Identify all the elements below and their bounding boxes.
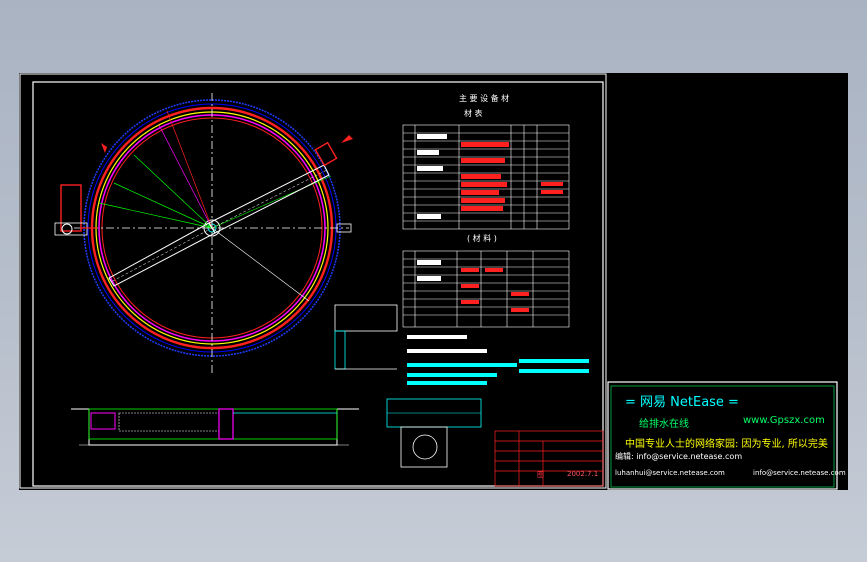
title-block-date: 2002.7.1 [567,470,599,478]
stamp-email-1: 编辑: info@service.netease.com [615,452,743,461]
notes-block [407,335,589,385]
bracket-detail [386,398,482,468]
title-block-scale: 图 [537,471,544,479]
cad-viewport[interactable]: 主 要 设 备 材 材 表 ( 材 料 ) 图 2002.7.1 = 网易 Ne… [0,0,867,562]
outer-frame [19,73,607,489]
stamp-slogan: 中国专业人士的网络家园: 因为专业, 所以完美 [625,439,828,450]
equipment-main-title: 主 要 设 备 材 [459,94,510,103]
tank-section-view [71,408,359,446]
stamp-site-name: 给排水在线 [639,419,689,430]
stamp-email-3: info@service.netease.com [753,469,846,477]
equipment-table-title: 材 表 [464,109,483,118]
material-table-title: ( 材 料 ) [467,234,497,243]
weir-detail [334,304,398,370]
stamp-email-2: luhanhui@service.netease.com [615,469,725,477]
tank-plan-view [54,93,353,373]
stamp-brand: = 网易 NetEase = [625,395,739,410]
material-table-entries [417,260,529,312]
cad-drawing-sheet[interactable]: 主 要 设 备 材 材 表 ( 材 料 ) 图 2002.7.1 = 网易 Ne… [19,73,848,490]
stamp-site-url: www.Gpszx.com [743,415,825,426]
equipment-table-entries [417,134,563,219]
drawing-canvas [19,73,838,490]
